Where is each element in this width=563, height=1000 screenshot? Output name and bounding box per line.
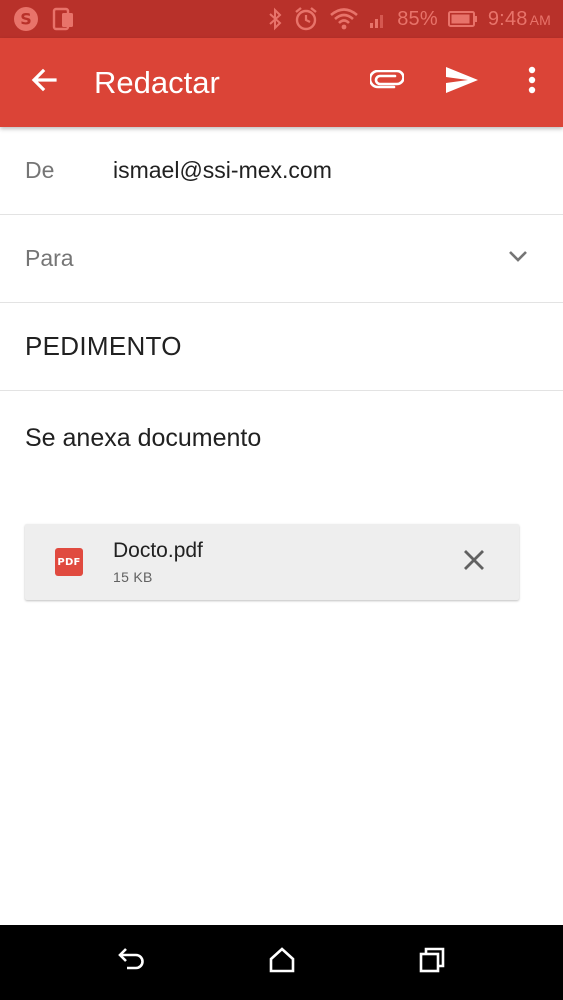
attach-button[interactable] [351, 38, 423, 127]
svg-text:S: S [20, 10, 32, 29]
attach-icon [368, 69, 405, 95]
home-icon [268, 947, 296, 978]
clock-time: 9:48 [487, 7, 528, 30]
status-left: S [12, 5, 76, 33]
from-value[interactable]: ismael@ssi-mex.com [113, 157, 332, 184]
app-bar: Redactar [0, 38, 563, 127]
status-bar: S 85% 9:48 AM [0, 0, 563, 38]
bluetooth-icon [267, 7, 283, 31]
nav-recents-button[interactable] [357, 925, 507, 1000]
nav-home-button[interactable] [207, 925, 357, 1000]
send-icon [444, 65, 480, 100]
attachment-info: Docto.pdf 15 KB [113, 539, 429, 585]
nav-back-button[interactable] [57, 925, 207, 1000]
to-row: Para [0, 215, 563, 303]
arrow-left-icon [29, 65, 59, 100]
from-label: De [25, 157, 55, 183]
compose-screen: S 85% 9:48 AM Redactar De ismael@ssi-mex… [0, 0, 563, 1000]
to-field[interactable]: Para [0, 245, 473, 272]
alarm-icon [293, 6, 319, 32]
clock: 9:48 AM [488, 8, 551, 31]
subject-row: PEDIMENTO [0, 303, 563, 391]
pdf-icon-wrap: PDF [25, 548, 113, 576]
back-button[interactable] [0, 38, 88, 127]
body-field[interactable]: Se anexa documento [25, 420, 545, 456]
attachment-size: 15 KB [113, 569, 153, 585]
back-icon [117, 947, 147, 978]
from-row[interactable]: De ismael@ssi-mex.com [0, 127, 563, 215]
remove-attachment-button[interactable] [429, 524, 519, 600]
signal-icon [369, 8, 387, 30]
attachment-name: Docto.pdf [113, 539, 203, 562]
nav-bar [0, 925, 563, 1000]
send-button[interactable] [423, 38, 501, 127]
sim-icon [52, 6, 76, 32]
more-options-button[interactable] [501, 38, 563, 127]
attachment-card[interactable]: PDF Docto.pdf 15 KB [25, 524, 519, 600]
pdf-icon: PDF [55, 548, 83, 576]
page-title: Redactar [94, 64, 220, 100]
clock-ampm: AM [529, 11, 551, 28]
battery-percent: 85% [397, 7, 438, 30]
skype-icon: S [12, 5, 40, 33]
wifi-icon [329, 7, 359, 31]
more-vert-icon [528, 66, 536, 99]
battery-icon [447, 10, 478, 28]
expand-recipients-button[interactable] [473, 215, 563, 303]
chevron-down-icon [507, 249, 529, 268]
subject-field[interactable]: PEDIMENTO [0, 331, 182, 362]
status-right: 85% 9:48 AM [267, 6, 551, 32]
close-icon [462, 548, 486, 577]
recents-icon [419, 947, 445, 978]
